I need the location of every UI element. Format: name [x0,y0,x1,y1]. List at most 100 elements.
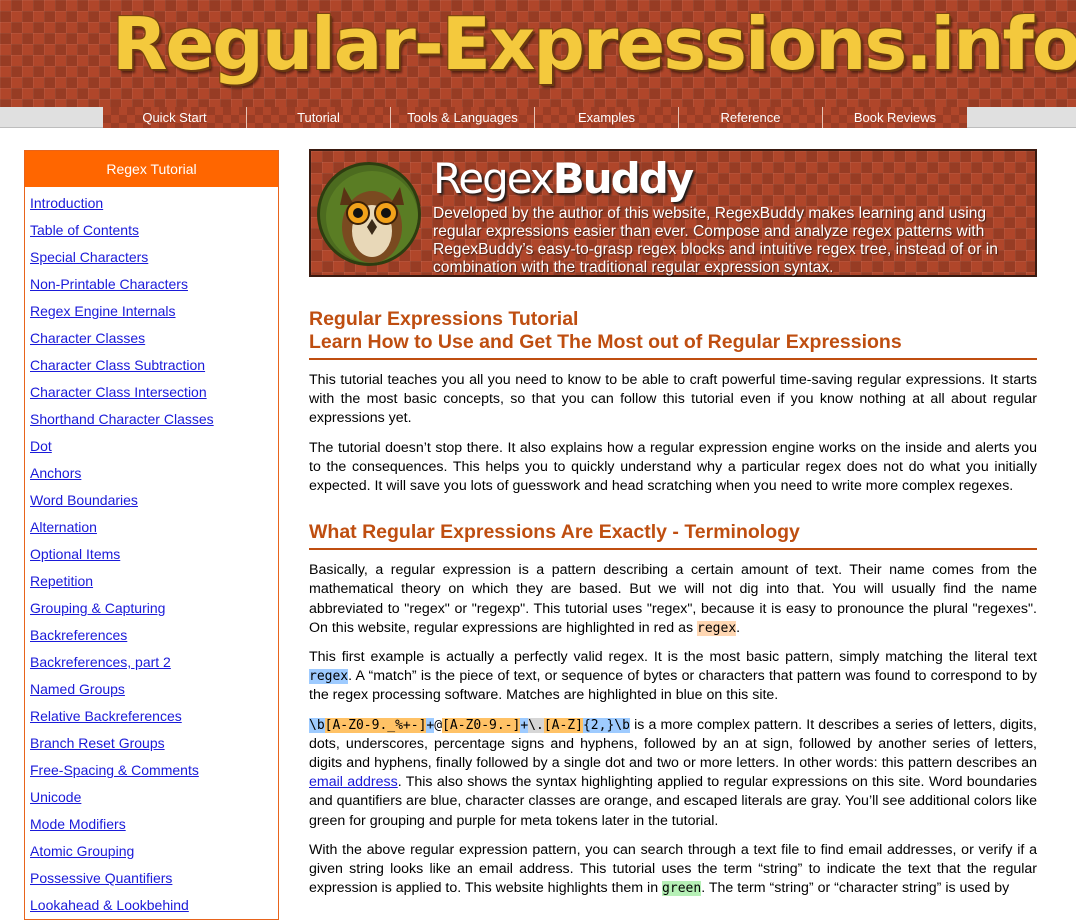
top-nav: Quick Start Tutorial Tools & Languages E… [0,107,1076,128]
regex-token: [A-Z] [543,717,583,733]
main-content: Regular Expressions Tutorial Learn How t… [309,308,1037,898]
sidebar-title: Regex Tutorial [25,151,278,187]
nav-book-reviews[interactable]: Book Reviews [823,107,967,128]
site-header: Regular-Expressions.info [0,0,1076,107]
sidebar-link[interactable]: Backreferences, part 2 [30,654,171,670]
sidebar-item-optional-items: Optional Items [30,541,278,568]
sidebar-item-dot: Dot [30,433,278,460]
sidebar-link[interactable]: Free-Spacing & Comments [30,762,199,778]
sidebar-link[interactable]: Character Class Intersection [30,384,207,400]
sidebar-link[interactable]: Introduction [30,195,103,211]
regex-token: \b [309,717,325,733]
sidebar-item-character-classes: Character Classes [30,325,278,352]
brand-regex: Regex [433,154,555,203]
regex-token: {2,} [582,717,615,733]
nav-quick-start[interactable]: Quick Start [103,107,247,128]
terminology-paragraph-4: With the above regular expression patter… [309,841,1037,899]
terminology-paragraph-1: Basically, a regular expression is a pat… [309,561,1037,638]
text: . This also shows the syntax highlightin… [309,774,1037,829]
sidebar-link[interactable]: Possessive Quantifiers [30,870,172,886]
sidebar-item-backreferences: Backreferences [30,622,278,649]
sidebar-link[interactable]: Non-Printable Characters [30,276,188,292]
sidebar-item-free-spacing-comments: Free-Spacing & Comments [30,757,278,784]
nav-tools-languages[interactable]: Tools & Languages [391,107,535,128]
regex-token: \. [528,717,544,733]
page-title-line1: Regular Expressions Tutorial [309,308,579,330]
text: . [736,619,741,636]
sidebar-item-repetition: Repetition [30,568,278,595]
sidebar-link[interactable]: Dot [30,438,52,454]
sidebar-link[interactable]: Regex Engine Internals [30,303,176,319]
regex-token: [A-Z0-9.-] [442,717,521,733]
regex-token: + [520,717,529,733]
sidebar-item-shorthand-character-classes: Shorthand Character Classes [30,406,278,433]
sidebar-item-alternation: Alternation [30,514,278,541]
page-title-line2: Learn How to Use and Get The Most out of… [309,331,902,353]
intro-paragraph-1: This tutorial teaches you all you need t… [309,372,1037,427]
terminology-paragraph-2: This first example is actually a perfect… [309,648,1037,706]
text: This first example is actually a perfect… [309,649,1037,666]
sidebar-list: Introduction Table of Contents Special C… [25,187,278,919]
sidebar-item-mode-modifiers: Mode Modifiers [30,811,278,838]
sidebar-link[interactable]: Atomic Grouping [30,843,134,859]
regex-token: @ [434,717,443,733]
sidebar-link[interactable]: Named Groups [30,681,125,697]
sidebar: Regex Tutorial Introduction Table of Con… [24,150,279,920]
sidebar-link[interactable]: Table of Contents [30,222,139,238]
brand-buddy: Buddy [552,154,694,203]
sidebar-item-character-class-subtraction: Character Class Subtraction [30,352,278,379]
string-sample: green [662,881,702,897]
sidebar-link[interactable]: Grouping & Capturing [30,600,165,616]
email-address-link[interactable]: email address [309,774,398,790]
regex-token: [A-Z0-9._%+-] [324,717,427,733]
text: Basically, a regular expression is a pat… [309,562,1037,636]
match-sample: regex [309,669,349,685]
sidebar-link[interactable]: Word Boundaries [30,492,138,508]
regex-sample: regex [697,620,737,636]
sidebar-item-branch-reset-groups: Branch Reset Groups [30,730,278,757]
text: . A “match” is the piece of text, or seq… [309,668,1037,704]
sidebar-link[interactable]: Character Classes [30,330,145,346]
sidebar-item-non-printable-characters: Non-Printable Characters [30,271,278,298]
site-logo[interactable]: Regular-Expressions.info [112,0,1076,94]
sidebar-link[interactable]: Lookahead & Lookbehind [30,897,189,913]
sidebar-link[interactable]: Alternation [30,519,97,535]
sidebar-item-unicode: Unicode [30,784,278,811]
sidebar-item-named-groups: Named Groups [30,676,278,703]
page-title: Regular Expressions Tutorial Learn How t… [309,308,1037,360]
sidebar-link[interactable]: Mode Modifiers [30,816,126,832]
sidebar-link[interactable]: Anchors [30,465,81,481]
sidebar-link[interactable]: Special Characters [30,249,148,265]
email-regex: \b[A-Z0-9._%+-]+@[A-Z0-9.-]+\.[A-Z]{2,}\… [309,717,630,733]
intro-paragraph-2: The tutorial doesn’t stop there. It also… [309,439,1037,495]
sidebar-item-relative-backreferences: Relative Backreferences [30,703,278,730]
section-title-terminology: What Regular Expressions Are Exactly - T… [309,521,1037,551]
sidebar-item-character-class-intersection: Character Class Intersection [30,379,278,406]
sidebar-item-word-boundaries: Word Boundaries [30,487,278,514]
sidebar-link[interactable]: Backreferences [30,627,127,643]
regexbuddy-banner[interactable]: RegexBuddy Developed by the author of th… [309,149,1037,277]
sidebar-link[interactable]: Relative Backreferences [30,708,182,724]
banner-description: Developed by the author of this website,… [433,205,998,276]
sidebar-item-atomic-grouping: Atomic Grouping [30,838,278,865]
sidebar-item-grouping-capturing: Grouping & Capturing [30,595,278,622]
nav-tutorial[interactable]: Tutorial [247,107,391,128]
sidebar-link[interactable]: Shorthand Character Classes [30,411,214,427]
nav-examples[interactable]: Examples [535,107,679,128]
owl-icon [317,162,421,266]
terminology-paragraph-3: \b[A-Z0-9._%+-]+@[A-Z0-9.-]+\.[A-Z]{2,}\… [309,716,1037,831]
text: . The term “string” or “character string… [701,880,1010,897]
sidebar-link[interactable]: Unicode [30,789,81,805]
sidebar-item-special-characters: Special Characters [30,244,278,271]
sidebar-link[interactable]: Optional Items [30,546,120,562]
sidebar-item-lookahead-lookbehind: Lookahead & Lookbehind [30,892,278,919]
sidebar-link[interactable]: Branch Reset Groups [30,735,165,751]
regexbuddy-logo: RegexBuddy [433,153,694,205]
sidebar-link[interactable]: Character Class Subtraction [30,357,205,373]
sidebar-link[interactable]: Repetition [30,573,93,589]
sidebar-item-anchors: Anchors [30,460,278,487]
sidebar-item-table-of-contents: Table of Contents [30,217,278,244]
sidebar-item-possessive-quantifiers: Possessive Quantifiers [30,865,278,892]
nav-reference[interactable]: Reference [679,107,823,128]
sidebar-item-regex-engine-internals: Regex Engine Internals [30,298,278,325]
